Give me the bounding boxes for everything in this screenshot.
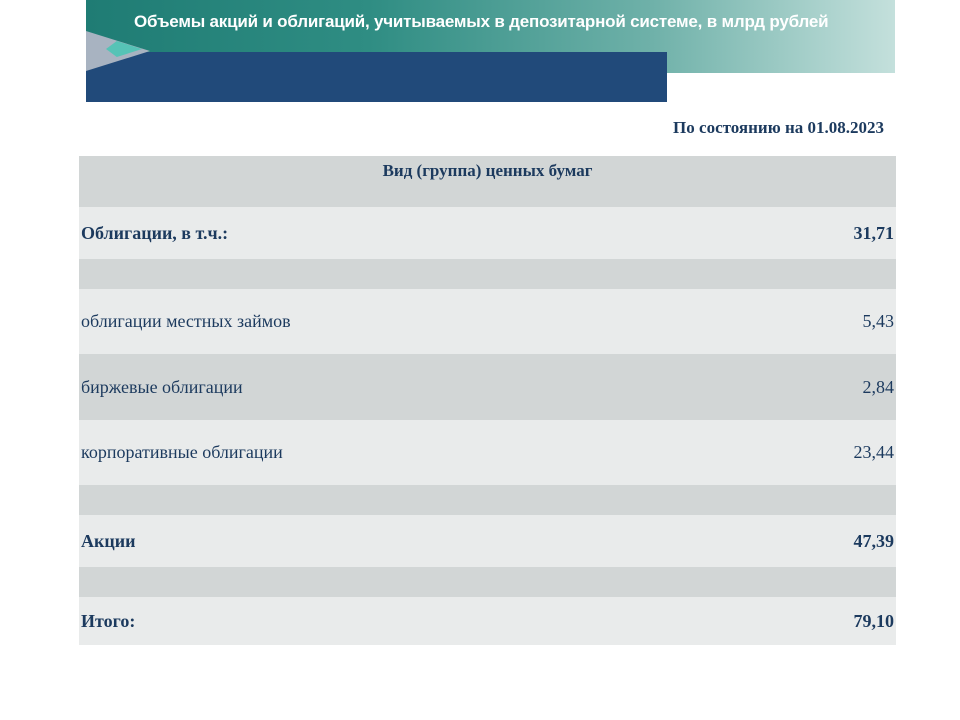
spacer-row [79,485,896,515]
row-label: биржевые облигации [81,376,243,397]
row-label: корпоративные облигации [81,442,283,462]
row-value: 79,10 [853,610,895,631]
table-row: облигации местных займов 5,43 [79,289,896,354]
row-label: Итого: [81,610,136,631]
row-label: Акции [81,530,136,551]
table-header: Вид (группа) ценных бумаг [79,156,896,207]
row-label: Облигации, в т.ч.: [81,222,229,243]
spacer-row [79,259,896,289]
column-header-label: Вид (группа) ценных бумаг [382,161,593,180]
row-value: 23,44 [853,442,895,462]
row-value: 31,71 [853,222,895,243]
row-label: облигации местных займов [81,311,291,331]
table-row: Итого: 79,10 [79,597,896,645]
table-row: Облигации, в т.ч.: 31,71 [79,207,896,259]
page-title: Объемы акций и облигаций, учитываемых в … [134,12,829,31]
as-of-date: По состоянию на 01.08.2023 [673,118,884,137]
row-value: 47,39 [853,530,895,551]
banner-navy-bar [86,52,667,102]
table-row: Акции 47,39 [79,515,896,567]
row-value: 2,84 [862,376,895,397]
row-value: 5,43 [862,311,895,331]
securities-table: Вид (группа) ценных бумаг Облигации, в т… [79,156,896,645]
table-row: биржевые облигации 2,84 [79,354,896,420]
table-row: корпоративные облигации 23,44 [79,420,896,485]
spacer-row [79,567,896,597]
